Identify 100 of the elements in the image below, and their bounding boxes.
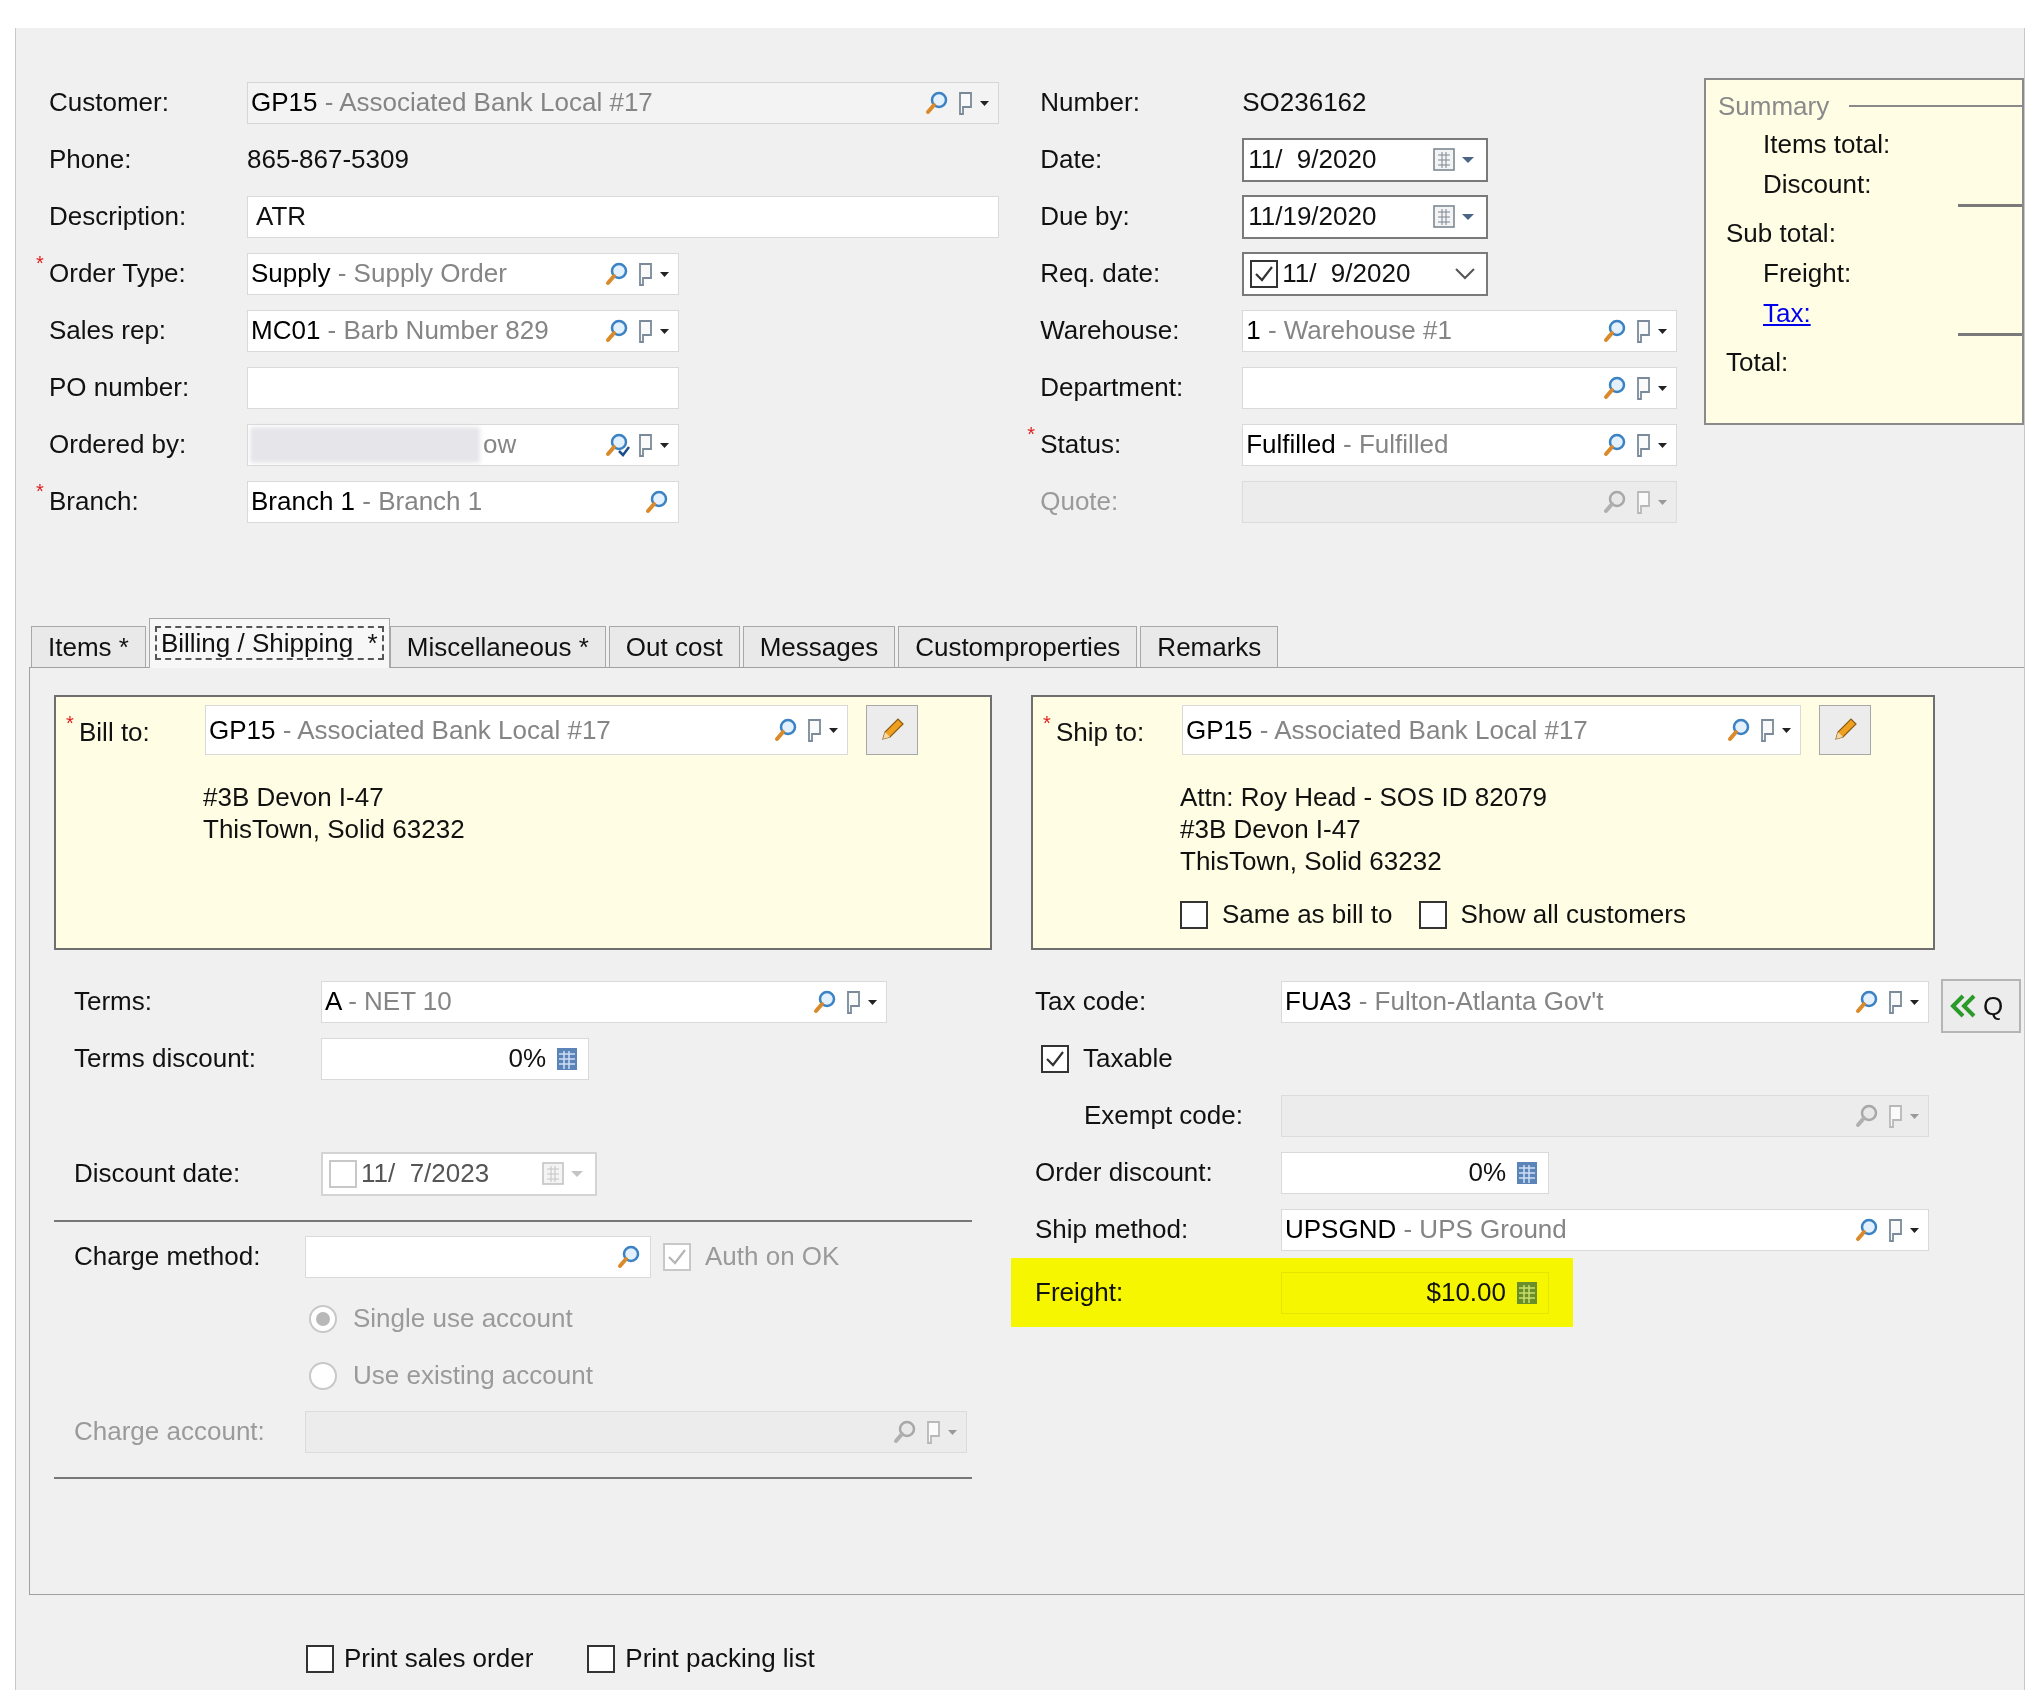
summary-label: Items total: (1762, 128, 1892, 161)
checkbox[interactable] (587, 1644, 616, 1673)
lookup-field[interactable]: A - NET 10 (321, 980, 887, 1023)
address-line: #3B Devon I-47 (203, 781, 385, 813)
lookup-field[interactable]: GP15 - Associated Bank Local #17 (205, 705, 848, 755)
calculator-icon[interactable] (556, 1046, 578, 1071)
lookup-field[interactable] (1242, 366, 1678, 409)
search-icon[interactable] (1854, 988, 1880, 1015)
flag-dropdown-icon[interactable] (1886, 988, 1922, 1015)
summary-label: Total: (1725, 346, 1790, 379)
tab[interactable]: Billing / Shipping * (148, 618, 390, 668)
number-field[interactable]: 0% (1281, 1151, 1549, 1194)
search-icon[interactable] (773, 717, 799, 743)
field-label: Freight: (1035, 1276, 1125, 1309)
field-label: Order Type: (49, 257, 187, 290)
search-icon[interactable] (604, 431, 630, 458)
chevron-down-icon[interactable] (1454, 266, 1477, 281)
collapse-button[interactable]: Q (1941, 979, 2021, 1033)
tab[interactable]: Messages (742, 626, 896, 667)
search-icon[interactable] (812, 988, 838, 1015)
flag-dropdown-icon[interactable] (636, 260, 672, 287)
flag-dropdown-icon[interactable] (844, 988, 880, 1015)
checkbox-label: Print packing list (625, 1642, 815, 1675)
checkbox-label: Taxable (1083, 1042, 1173, 1075)
field-label: Charge account: (74, 1415, 266, 1448)
search-icon[interactable] (604, 260, 630, 287)
lookup-field[interactable]: GP15 - Associated Bank Local #17 (1182, 705, 1801, 755)
search-icon[interactable] (644, 488, 670, 515)
radio-label: Single use account (353, 1302, 573, 1335)
flag-dropdown-icon[interactable] (956, 89, 992, 116)
date-field[interactable]: 11/19/2020 (1242, 194, 1489, 239)
tab[interactable]: Miscellaneous * (389, 626, 606, 667)
search-icon[interactable] (1854, 1216, 1880, 1243)
address-line: ThisTown, Solid 63232 (203, 813, 466, 845)
flag-dropdown-icon[interactable] (636, 431, 672, 458)
number-field[interactable]: 0% (321, 1037, 589, 1080)
field-label: Date: (1040, 143, 1104, 176)
required-asterisk: * (1027, 423, 1035, 445)
address-line: Attn: Roy Head - SOS ID 82079 (1180, 781, 1549, 813)
text-field[interactable]: ATR (247, 195, 999, 238)
checkbox[interactable] (306, 1644, 334, 1673)
checkbox[interactable] (1180, 900, 1208, 929)
checkbox[interactable] (1250, 259, 1279, 288)
tab[interactable]: Customproperties (898, 626, 1138, 667)
lookup-field[interactable]: Fulfilled - Fulfilled (1242, 423, 1678, 466)
tab[interactable]: Out cost (608, 626, 740, 667)
search-icon[interactable] (616, 1243, 642, 1270)
lookup-field[interactable]: ow (247, 423, 679, 466)
calculator-icon[interactable] (1516, 1280, 1538, 1305)
lookup-field[interactable] (305, 1235, 651, 1278)
field-label: Branch: (49, 485, 140, 518)
flag-dropdown-icon[interactable] (805, 717, 841, 743)
lookup-field[interactable]: 1 - Warehouse #1 (1242, 309, 1678, 352)
checkbox[interactable] (1418, 900, 1447, 929)
lookup-field[interactable]: Supply - Supply Order (247, 252, 679, 295)
field-label: Terms: (74, 985, 153, 1018)
edit-button[interactable] (1819, 705, 1871, 755)
search-icon[interactable] (604, 317, 630, 344)
tax-link[interactable]: Tax: (1718, 293, 2022, 333)
field-value: 865-867-5309 (247, 143, 409, 176)
checkbox-label: Auth on OK (705, 1240, 840, 1273)
tab[interactable]: Remarks (1140, 626, 1279, 667)
summary-label: Sub total: (1725, 217, 1837, 250)
flag-dropdown-icon[interactable] (1886, 1216, 1922, 1243)
field-label: Bill to: (79, 716, 151, 749)
address-line: ThisTown, Solid 63232 (1180, 845, 1443, 877)
field-label: Ordered by: (49, 428, 188, 461)
lookup-field[interactable]: GP15 - Associated Bank Local #17 (247, 81, 999, 124)
search-icon[interactable] (924, 89, 950, 116)
field-label: Warehouse: (1040, 314, 1181, 347)
lookup-field[interactable]: UPSGND - UPS Ground (1281, 1208, 1929, 1251)
field-label: Order discount: (1035, 1156, 1214, 1189)
field-value: SO236162 (1242, 86, 1367, 119)
field-label: Exempt code: (1084, 1099, 1244, 1132)
field-label: Description: (49, 200, 188, 233)
required-asterisk: * (36, 252, 44, 274)
field-label: Quote: (1040, 485, 1120, 518)
text-field[interactable] (247, 366, 679, 409)
field-label: Department: (1040, 371, 1185, 404)
date-field[interactable]: 11/ 9/2020 (1242, 137, 1489, 182)
edit-button[interactable] (866, 705, 918, 755)
field-label: Customer: (49, 86, 170, 119)
lookup-field[interactable]: MC01 - Barb Number 829 (247, 309, 679, 352)
field-label: Req. date: (1040, 257, 1162, 290)
field-label: Terms discount: (74, 1042, 258, 1075)
lookup-field[interactable]: FUA3 - Fulton-Atlanta Gov't (1281, 980, 1929, 1023)
field-label: Due by: (1040, 200, 1131, 233)
date-field[interactable]: 11/ 9/2020 (1242, 251, 1489, 296)
tab[interactable]: Items * (31, 626, 146, 667)
calculator-icon[interactable] (1516, 1160, 1538, 1185)
number-field[interactable]: $10.00 (1281, 1271, 1549, 1314)
required-asterisk: * (36, 480, 44, 502)
flag-dropdown-icon[interactable] (1758, 717, 1794, 743)
checkbox[interactable] (1041, 1044, 1069, 1073)
required-asterisk: * (1043, 712, 1051, 734)
search-icon[interactable] (1726, 717, 1752, 743)
lookup-field[interactable]: Branch 1 - Branch 1 (247, 480, 679, 523)
field-label: Tax code: (1035, 985, 1148, 1018)
checkbox-label: Show all customers (1460, 898, 1686, 931)
flag-dropdown-icon[interactable] (636, 317, 672, 344)
